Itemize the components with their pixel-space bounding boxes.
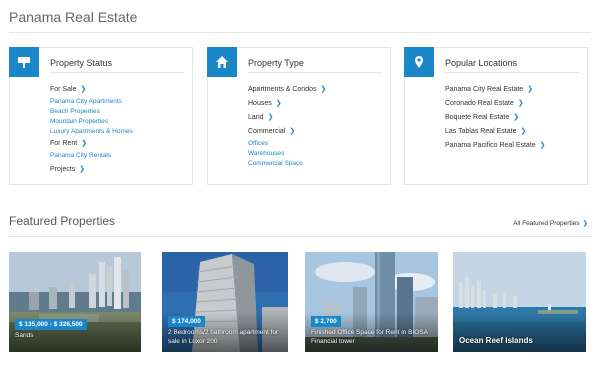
title-divider <box>9 32 591 33</box>
category-link-projects[interactable]: Projects ❯ <box>50 163 186 177</box>
divider <box>50 72 184 73</box>
chevron-right-icon: ❯ <box>527 86 534 93</box>
category-link-for-rent[interactable]: For Rent ❯ <box>50 137 186 151</box>
property-card-biosa-tower[interactable]: $ 2,700 Finished Office Space for Rent i… <box>305 252 438 352</box>
divider <box>248 72 382 73</box>
page-title: Panama Real Estate <box>9 9 138 25</box>
location-link-panama-pacifico[interactable]: Panama Pacifico Real Estate ❯ <box>445 139 581 153</box>
featured-title: Featured Properties <box>9 214 116 228</box>
card-title: Property Status <box>50 58 113 68</box>
home-icon <box>207 47 237 77</box>
category-link-houses[interactable]: Houses ❯ <box>248 97 384 111</box>
category-link-for-sale[interactable]: For Sale ❯ <box>50 83 186 97</box>
map-pin-icon <box>404 47 434 77</box>
property-card-luxor-200[interactable]: $ 174,000 2 Bedrooms/2 bathroom apartmen… <box>162 252 288 352</box>
chevron-right-icon: ❯ <box>289 128 296 135</box>
chevron-right-icon: ❯ <box>513 114 520 121</box>
price-badge: $ 174,000 <box>168 316 205 327</box>
sublink-panama-city-apartments[interactable]: Panama City Apartments <box>50 97 186 107</box>
card-property-status: Property Status For Sale ❯ Panama City Ap… <box>9 47 193 185</box>
divider <box>445 72 579 73</box>
category-link-land[interactable]: Land ❯ <box>248 111 384 125</box>
featured-divider <box>9 236 591 237</box>
sign-icon <box>9 47 39 77</box>
category-link-commercial[interactable]: Commercial ❯ <box>248 125 384 139</box>
location-link-boquete[interactable]: Boquete Real Estate ❯ <box>445 111 581 125</box>
card-property-type: Property Type Apartments & Condos ❯ House… <box>207 47 391 185</box>
all-featured-link[interactable]: All Featured Properties ❯ <box>513 219 588 227</box>
property-caption: Ocean Reef Islands <box>459 336 533 345</box>
card-title: Property Type <box>248 58 304 68</box>
chevron-right-icon: ❯ <box>582 220 588 227</box>
sublink-luxury-apartments[interactable]: Luxury Apartments & Homes <box>50 127 186 137</box>
price-badge: $ 135,000 - $ 326,500 <box>15 319 87 330</box>
location-link-panama-city[interactable]: Panama City Real Estate ❯ <box>445 83 581 97</box>
property-caption: Sands <box>15 332 34 339</box>
sublink-warehouses[interactable]: Warehouses <box>248 149 384 159</box>
location-link-coronado[interactable]: Coronado Real Estate ❯ <box>445 97 581 111</box>
property-card-ocean-reef-islands[interactable]: Ocean Reef Islands <box>453 252 586 352</box>
sublink-beach-properties[interactable]: Beach Properties <box>50 107 186 117</box>
chevron-right-icon: ❯ <box>80 86 87 93</box>
sublink-mountain-properties[interactable]: Mountain Properties <box>50 117 186 127</box>
property-caption: Finished Office Space for Rent in BIOSA … <box>311 329 428 345</box>
sublink-offices[interactable]: Offices <box>248 139 384 149</box>
chevron-right-icon: ❯ <box>267 114 274 121</box>
category-link-apartments-condos[interactable]: Apartments & Condos ❯ <box>248 83 384 97</box>
chevron-right-icon: ❯ <box>517 100 524 107</box>
chevron-right-icon: ❯ <box>275 100 282 107</box>
card-popular-locations: Popular Locations Panama City Real Estat… <box>404 47 588 185</box>
price-badge: $ 2,700 <box>311 316 341 327</box>
location-link-las-tablas[interactable]: Las Tablas Real Estate ❯ <box>445 125 581 139</box>
sublink-commercial-space[interactable]: Commercial Space <box>248 159 384 169</box>
sublink-panama-city-rentals[interactable]: Panama City Rentals <box>50 151 186 161</box>
chevron-right-icon: ❯ <box>81 140 88 147</box>
chevron-right-icon: ❯ <box>320 86 327 93</box>
chevron-right-icon: ❯ <box>79 166 86 173</box>
property-card-sands[interactable]: $ 135,000 - $ 326,500 Sands <box>9 252 141 352</box>
chevron-right-icon: ❯ <box>539 142 546 149</box>
card-title: Popular Locations <box>445 58 518 68</box>
property-caption: 2 Bedrooms/2 bathroom apartment for sale… <box>168 329 279 345</box>
chevron-right-icon: ❯ <box>520 128 527 135</box>
